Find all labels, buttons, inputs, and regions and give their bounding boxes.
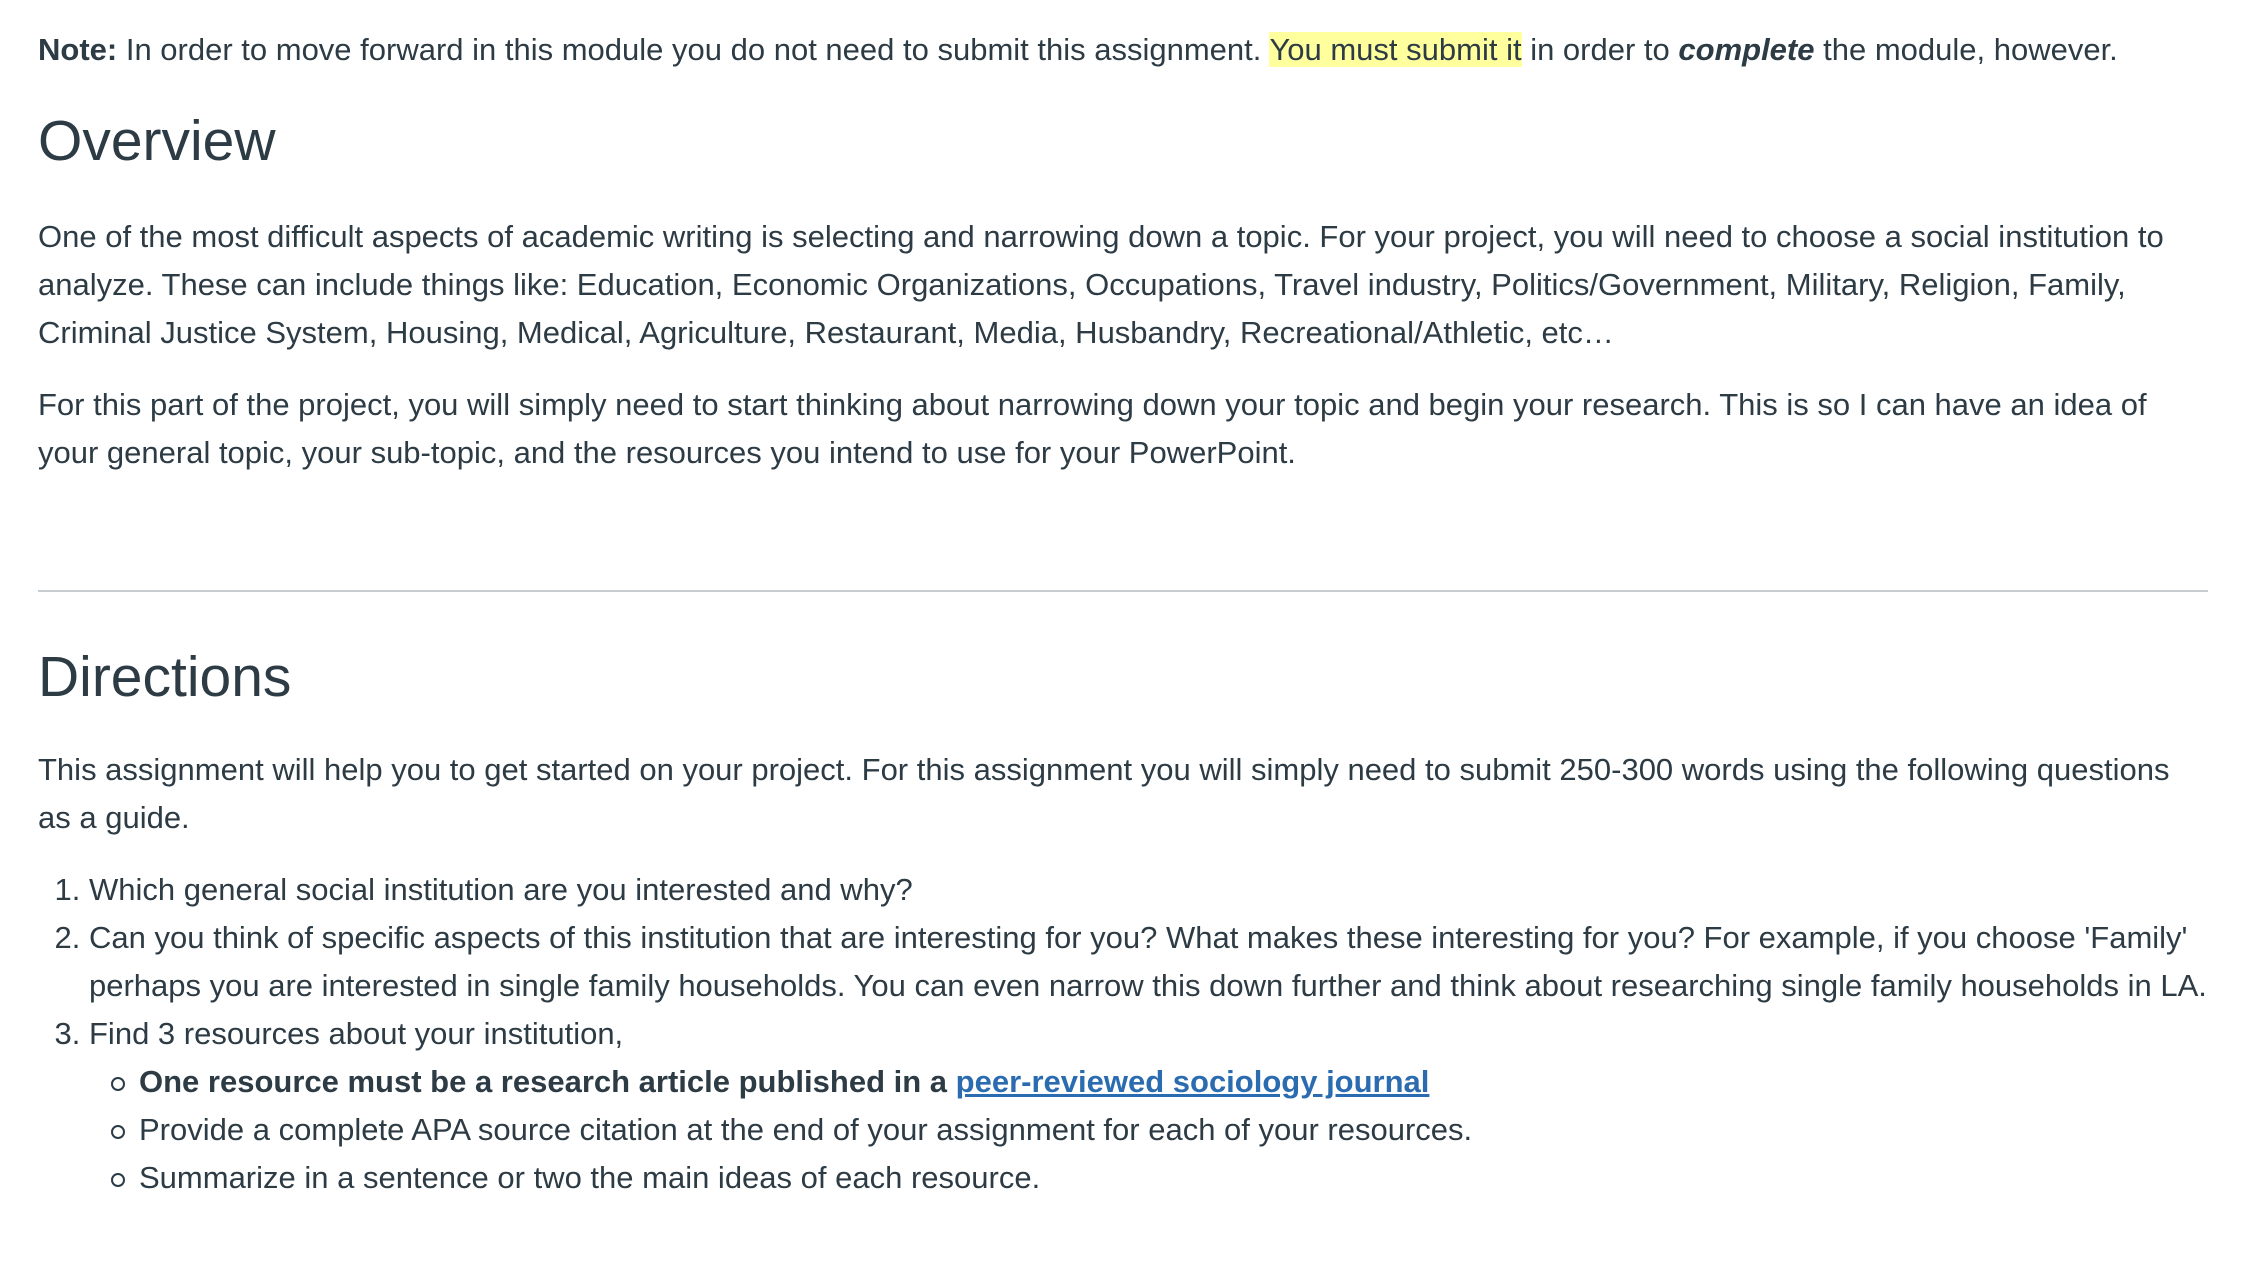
directions-heading: Directions (38, 645, 292, 709)
section-divider (38, 590, 2208, 592)
summary-text: Summarize in a sentence or two the main … (139, 1160, 1041, 1195)
required-article-text: One resource must be a research article … (139, 1064, 956, 1099)
directions-intro: This assignment will help you to get sta… (38, 752, 2170, 835)
overview-paragraph-1: One of the most difficult aspects of aca… (38, 219, 2164, 350)
sublist-item-summary: Summarize in a sentence or two the main … (111, 1154, 2208, 1202)
list-item-text: Which general social institution are you… (89, 872, 913, 907)
assignment-content: Note: In order to move forward in this m… (38, 0, 2208, 1202)
note-paragraph: Note: In order to move forward in this m… (38, 26, 2208, 74)
note-emphasis: complete (1678, 32, 1815, 67)
note-highlight: You must submit it (1269, 32, 1522, 67)
list-item: Which general social institution are you… (89, 866, 2208, 914)
directions-list: Which general social institution are you… (38, 866, 2208, 1202)
overview-paragraph-2: For this part of the project, you will s… (38, 387, 2147, 470)
list-item: Can you think of specific aspects of thi… (89, 914, 2208, 1010)
peer-reviewed-journal-link[interactable]: peer-reviewed sociology journal (956, 1064, 1430, 1099)
note-label: Note: (38, 32, 118, 67)
resource-sublist: One resource must be a research article … (89, 1058, 2208, 1202)
list-item-text: Find 3 resources about your institution, (89, 1016, 624, 1051)
note-text-3: the module, however. (1814, 32, 2118, 67)
note-text-2: in order to (1521, 32, 1679, 67)
list-item-text: Can you think of specific aspects of thi… (89, 920, 2207, 1003)
note-text-1: In order to move forward in this module … (117, 32, 1270, 67)
citation-text: Provide a complete APA source citation a… (139, 1112, 1473, 1147)
sublist-item-citation: Provide a complete APA source citation a… (111, 1106, 2208, 1154)
sublist-item-required-article: One resource must be a research article … (111, 1058, 2208, 1106)
list-item: Find 3 resources about your institution,… (89, 1010, 2208, 1202)
overview-heading: Overview (38, 109, 276, 173)
